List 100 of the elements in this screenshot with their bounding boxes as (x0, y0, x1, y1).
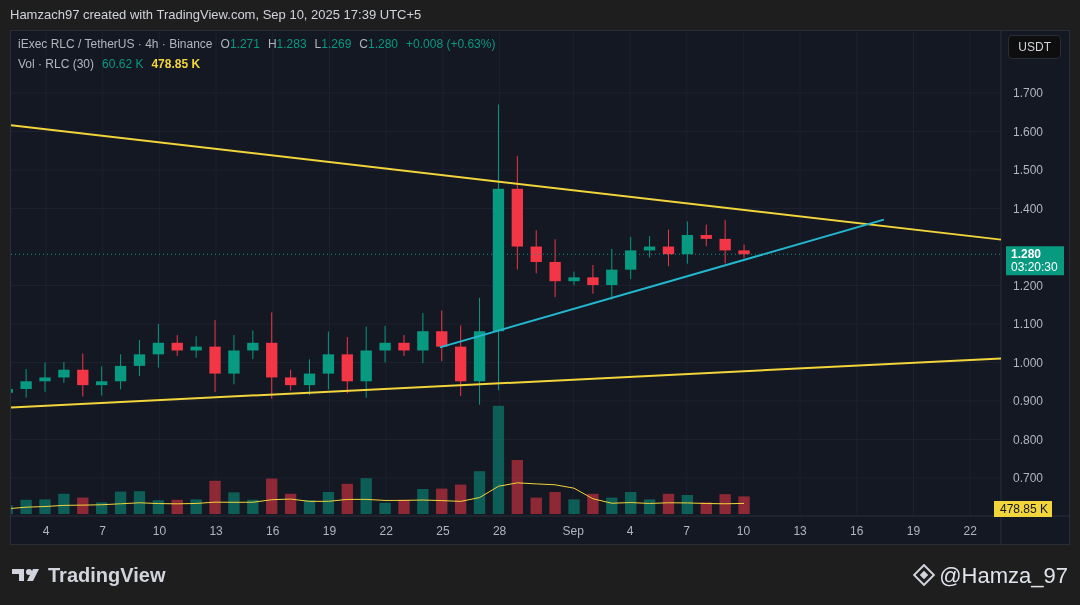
volume-bar (738, 496, 750, 514)
volume-bar (587, 493, 599, 514)
time-axis-label: 13 (793, 524, 807, 538)
candlestick (171, 334, 183, 357)
volume-bar (436, 488, 448, 514)
time-axis-label: 28 (492, 524, 507, 538)
volume-bar (681, 495, 694, 514)
volume-bar (96, 502, 108, 514)
volume-bar (549, 492, 561, 514)
ohlc-label: O (220, 36, 230, 53)
candlestick (96, 365, 108, 397)
candlestick (398, 334, 410, 357)
volume-bar (511, 460, 523, 514)
time-axis-label: 22 (379, 524, 393, 538)
candlestick (700, 224, 712, 247)
volume-bar (379, 502, 391, 514)
volume-bar (700, 502, 712, 514)
price-axis-label: 1.100 (1013, 317, 1044, 331)
volume-bar (568, 499, 580, 514)
volume-bar (303, 500, 316, 514)
time-axis-label: 10 (736, 524, 751, 538)
currency-button[interactable]: USDT (1008, 35, 1061, 59)
candlestick (625, 236, 637, 280)
price-axis-label: 0.700 (1013, 471, 1044, 485)
volume-bar (360, 478, 372, 514)
volume-bar (247, 499, 259, 514)
symbol-title: iExec RLC / TetherUS · 4h · Binance (18, 36, 213, 53)
volume-bar (341, 483, 353, 514)
candlestick (549, 238, 561, 298)
candlestick (58, 361, 70, 384)
candlestick (662, 229, 675, 267)
candlestick (530, 229, 542, 274)
author-handle: @Hamza_97 (939, 561, 1068, 590)
candlestick (322, 331, 335, 390)
ohlc-value: 1.283 (276, 36, 307, 53)
volume-bar (322, 492, 335, 514)
price-axis-label: 1.600 (1013, 124, 1044, 139)
candlestick (341, 336, 353, 394)
candlestick (228, 334, 240, 385)
candlestick (379, 325, 391, 363)
candlestick (284, 369, 297, 391)
time-axis-label: 4 (42, 524, 50, 538)
ohlc-label: L (314, 36, 322, 53)
volume-badge: 478.85 K (994, 501, 1052, 517)
candlestick (681, 221, 694, 265)
ohlc-label: C (359, 36, 368, 53)
volume-bar (39, 499, 51, 514)
volume-bar (625, 492, 637, 514)
candlestick (39, 361, 51, 393)
price-axis-label: 0.900 (1013, 394, 1044, 408)
volume-value: 60.62 K (102, 56, 144, 73)
candlestick (20, 368, 32, 399)
candlestick (417, 312, 429, 364)
time-axis-label: 4 (626, 524, 634, 538)
time-axis-label: 25 (436, 524, 450, 538)
volume-bar (530, 497, 542, 514)
volume-bar (398, 499, 410, 514)
candlestick (303, 358, 316, 396)
volume-bar (152, 500, 165, 514)
ohlc-value: 1.280 (368, 36, 399, 53)
volume-bar (606, 497, 618, 514)
candlestick (152, 323, 165, 369)
time-axis-label: 16 (850, 524, 864, 538)
time-axis-label: 19 (322, 524, 337, 538)
candlestick (606, 248, 618, 301)
price-axis-label: 1.200 (1013, 278, 1044, 293)
brand-name: TradingView (48, 563, 166, 588)
price-axis-label: 1.400 (1013, 201, 1044, 216)
volume-label: Vol · RLC (30) (18, 56, 95, 73)
volume-bar (719, 494, 731, 514)
volume-bar (133, 491, 146, 514)
price-axis-label: 1.500 (1013, 163, 1044, 177)
candlestick (719, 219, 731, 265)
volume-bar (58, 493, 70, 514)
volume-bar (473, 471, 486, 514)
ohlc-value: 1.271 (229, 36, 260, 53)
time-axis-label: 10 (152, 524, 167, 538)
time-axis-label: 22 (963, 524, 977, 538)
volume-bar (266, 478, 278, 514)
credit-text: Hamzach97 created with TradingView.com, Sep 10, 2025 17:39 UTC+5 (10, 6, 422, 25)
volume-average-value: 478.85 K (151, 56, 201, 73)
time-axis-label: 7 (99, 524, 107, 538)
volume-bar (662, 493, 675, 514)
price-axis-label: 0.800 (1013, 432, 1044, 447)
logo-icon (12, 567, 42, 583)
price-badge: 1.280 03:20:30 (1006, 246, 1064, 276)
candlestick (77, 353, 89, 397)
price-change: +0.008 (+0.63%) (406, 36, 496, 53)
volume-bar (190, 499, 202, 514)
price-axis-label: 1.700 (1013, 86, 1044, 100)
time-axis-label: Sep (562, 524, 584, 538)
time-axis-label: 7 (683, 524, 691, 538)
candlestick (133, 339, 146, 377)
candlestick (247, 329, 259, 360)
volume-bar (20, 499, 32, 514)
diamond-icon (913, 564, 936, 586)
candlestick (738, 244, 750, 259)
volume-bar (417, 489, 429, 514)
candlestick (568, 271, 580, 286)
ohlc-value: 1.269 (321, 36, 352, 53)
